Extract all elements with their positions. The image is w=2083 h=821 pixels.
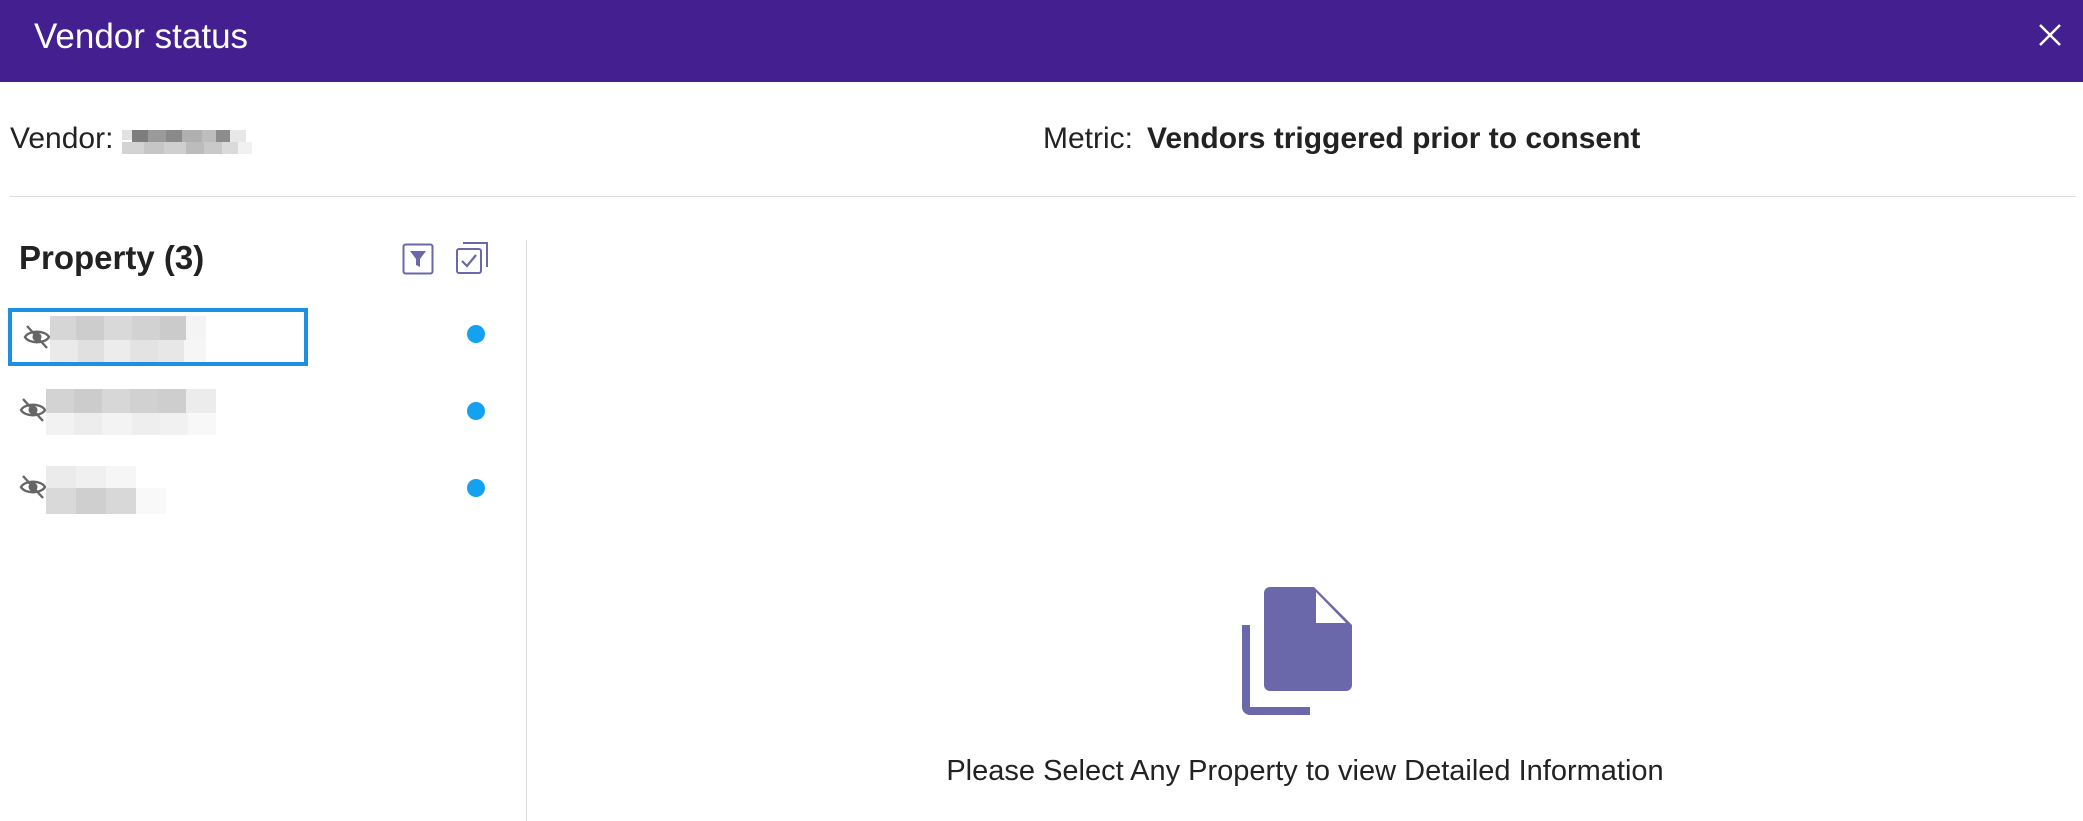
vendor-label: Vendor:	[10, 122, 114, 155]
property-name-redacted	[50, 316, 206, 362]
select-all-icon	[456, 242, 488, 274]
vendor-name-redacted	[122, 130, 252, 154]
status-dot	[467, 402, 485, 420]
eye-off-icon	[19, 475, 47, 499]
dialog-header: Vendor status	[0, 0, 2083, 82]
empty-state: Please Select Any Property to view Detai…	[527, 197, 2083, 821]
status-dot	[467, 479, 485, 497]
filter-button[interactable]	[402, 243, 434, 275]
metric-value: Vendors triggered prior to consent	[1147, 122, 1641, 155]
property-name-redacted	[46, 466, 166, 514]
info-row: Vendor: Metric: Vendors triggered prior …	[0, 82, 2083, 196]
property-item[interactable]	[8, 462, 308, 520]
property-item[interactable]	[8, 385, 308, 443]
status-dot	[467, 325, 485, 343]
property-panel-title: Property (3)	[19, 239, 205, 276]
filter-icon	[402, 243, 434, 275]
empty-state-message: Please Select Any Property to view Detai…	[946, 755, 1664, 787]
select-all-button[interactable]	[455, 241, 489, 275]
eye-off-icon	[23, 325, 51, 349]
property-item[interactable]	[8, 308, 308, 366]
property-panel: Property (3)	[0, 197, 526, 821]
metric-label: Metric:	[1043, 122, 1133, 155]
documents-icon	[1242, 587, 1352, 715]
dialog-title: Vendor status	[34, 17, 249, 56]
eye-off-icon	[19, 398, 47, 422]
close-icon	[2039, 24, 2061, 46]
close-button[interactable]	[2029, 14, 2071, 56]
property-name-redacted	[46, 389, 216, 435]
